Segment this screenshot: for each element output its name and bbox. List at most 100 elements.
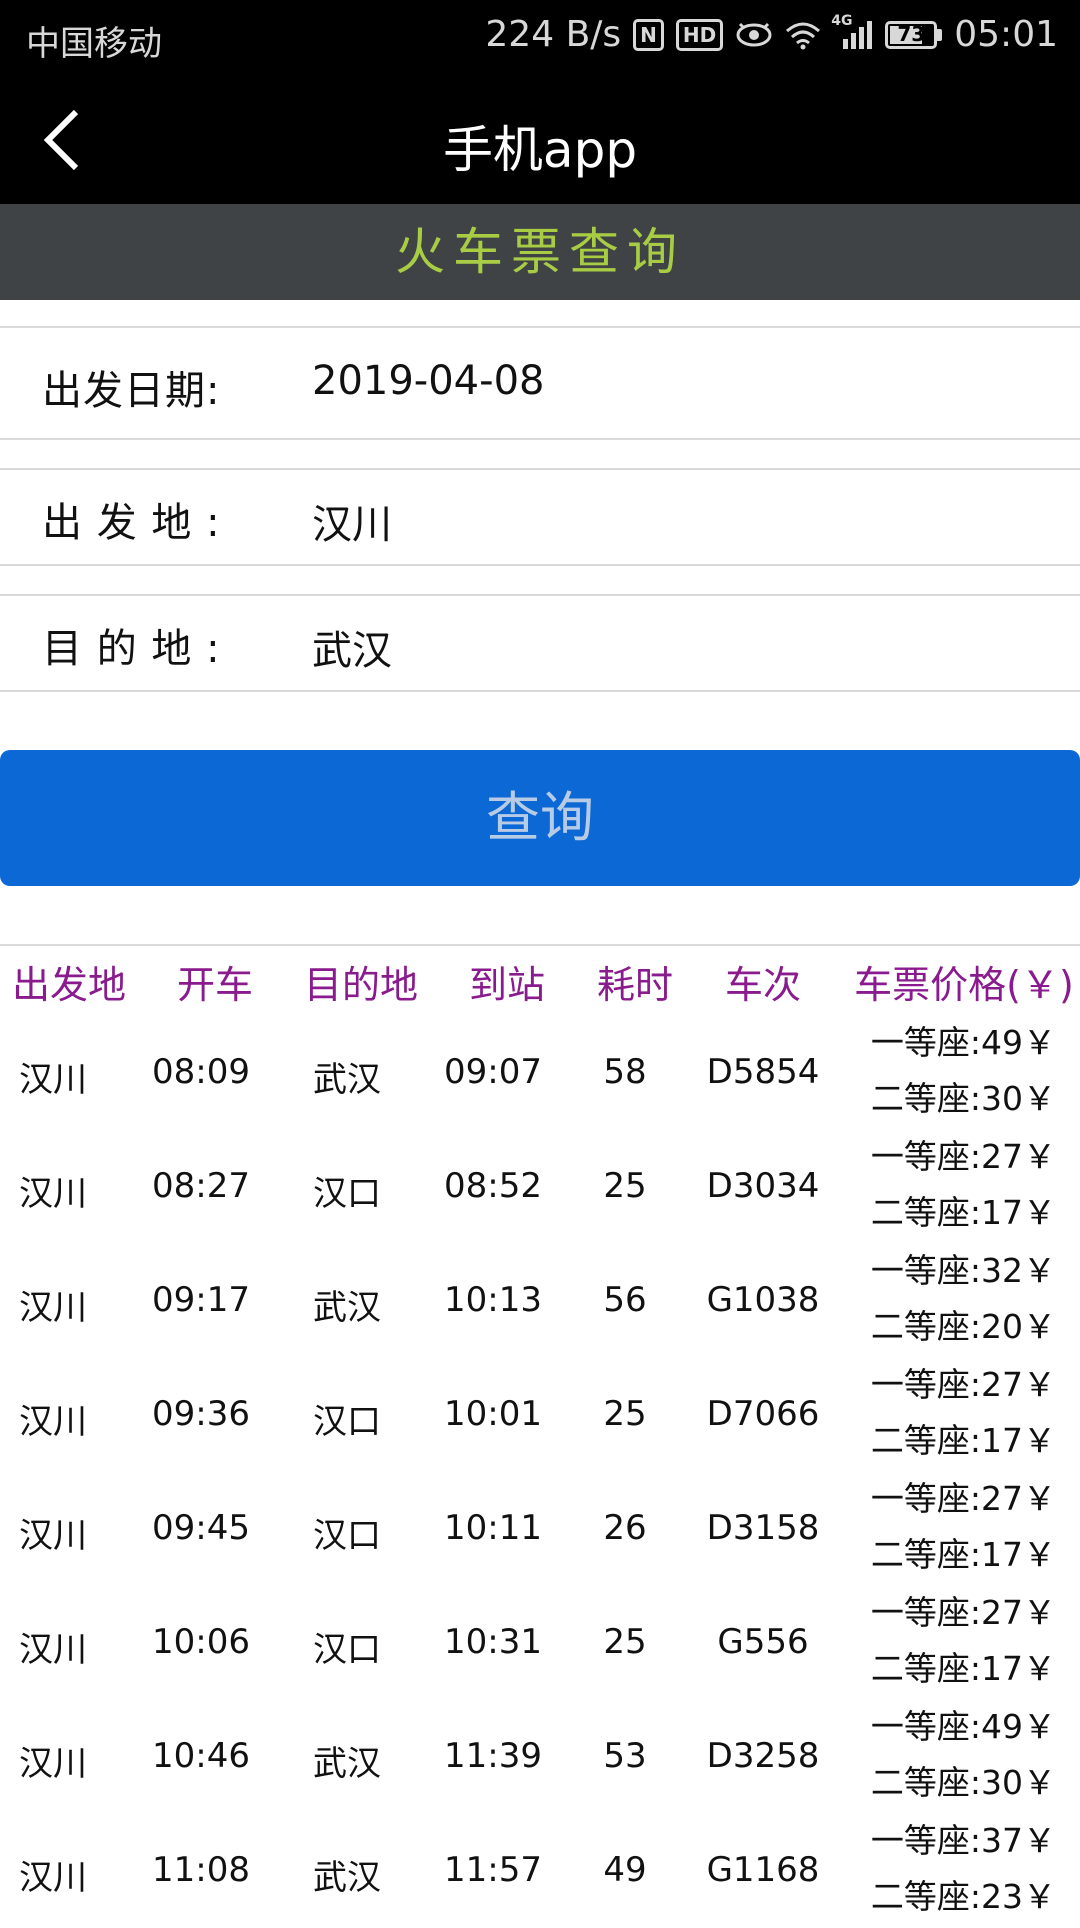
cell-train: D3034 — [706, 1166, 820, 1206]
cell-to: 汉口 — [313, 1402, 381, 1442]
cell-train: G1038 — [706, 1280, 820, 1320]
header-to: 目的地 — [303, 963, 418, 1007]
cell-from: 汉川 — [19, 1174, 87, 1214]
cell-duration: 25 — [603, 1622, 647, 1662]
header-depart: 开车 — [176, 963, 253, 1007]
cell-arrive: 09:07 — [444, 1052, 542, 1092]
cell-arrive: 11:39 — [444, 1736, 542, 1776]
cell-from: 汉川 — [19, 1060, 87, 1100]
header-train: 车次 — [724, 963, 801, 1007]
price-first-class: 一等座:49￥ — [870, 1707, 1056, 1746]
price-first-class: 一等座:27￥ — [870, 1479, 1056, 1518]
table-row[interactable]: 汉川 08:27 汉口 08:52 25 D3034 一等座:27￥ 二等座:17￥ — [0, 1130, 1080, 1244]
table-row[interactable]: 汉川 10:46 武汉 11:39 53 D3258 一等座:49￥ 二等座:30￥ — [0, 1700, 1080, 1814]
status-icons: 224 B/s N HD 4G 73 05:01 — [485, 13, 1058, 56]
from-label: 出 发 地 : — [42, 500, 221, 546]
date-row[interactable]: 出发日期: 2019-04-08 — [0, 326, 1080, 440]
to-label: 目 的 地 : — [42, 626, 221, 672]
cell-arrive: 10:31 — [444, 1622, 542, 1662]
cell-train: G556 — [717, 1622, 809, 1662]
table-row[interactable]: 汉川 10:06 汉口 10:31 25 G556 一等座:27￥ 二等座:17￥ — [0, 1586, 1080, 1700]
cell-duration: 49 — [603, 1850, 647, 1890]
cell-to: 武汉 — [313, 1288, 381, 1328]
header-duration: 耗时 — [596, 963, 673, 1007]
divider — [0, 944, 1080, 946]
cell-from: 汉川 — [19, 1516, 87, 1556]
cell-duration: 53 — [603, 1736, 647, 1776]
cell-to: 武汉 — [313, 1858, 381, 1898]
cell-arrive: 10:13 — [444, 1280, 542, 1320]
cell-depart: 09:45 — [152, 1508, 250, 1548]
table-row[interactable]: 汉川 09:45 汉口 10:11 26 D3158 一等座:27￥ 二等座:17￥ — [0, 1472, 1080, 1586]
cell-duration: 25 — [603, 1394, 647, 1434]
page-title: 火车票查询 — [0, 204, 1080, 300]
price-second-class: 二等座:17￥ — [870, 1421, 1056, 1460]
cell-train: D3158 — [706, 1508, 820, 1548]
cell-from: 汉川 — [19, 1858, 87, 1898]
cell-duration: 56 — [603, 1280, 647, 1320]
price-first-class: 一等座:49￥ — [870, 1023, 1056, 1062]
cell-to: 武汉 — [313, 1744, 381, 1784]
table-row[interactable]: 汉川 09:36 汉口 10:01 25 D7066 一等座:27￥ 二等座:17￥ — [0, 1358, 1080, 1472]
price-first-class: 一等座:27￥ — [870, 1365, 1056, 1404]
net-speed: 224 B/s — [485, 14, 622, 55]
price-second-class: 二等座:17￥ — [870, 1193, 1056, 1232]
price-first-class: 一等座:37￥ — [870, 1821, 1056, 1860]
date-field[interactable]: 2019-04-08 — [312, 358, 544, 404]
wifi-icon — [785, 20, 821, 50]
cell-train: D3258 — [706, 1736, 820, 1776]
cell-train: G1168 — [706, 1850, 820, 1890]
cell-to: 汉口 — [313, 1516, 381, 1556]
cell-depart: 09:17 — [152, 1280, 250, 1320]
cell-depart: 11:08 — [152, 1850, 250, 1890]
cell-arrive: 10:11 — [444, 1508, 542, 1548]
price-first-class: 一等座:27￥ — [870, 1593, 1056, 1632]
to-row[interactable]: 目 的 地 : 武汉 — [0, 594, 1080, 692]
table-row[interactable]: 汉川 08:09 武汉 09:07 58 D5854 一等座:49￥ 二等座:30￥ — [0, 1016, 1080, 1130]
cell-from: 汉川 — [19, 1288, 87, 1328]
cell-depart: 08:27 — [152, 1166, 250, 1206]
cell-train: D5854 — [706, 1052, 820, 1092]
cell-duration: 25 — [603, 1166, 647, 1206]
cell-depart: 09:36 — [152, 1394, 250, 1434]
price-first-class: 一等座:27￥ — [870, 1137, 1056, 1176]
carrier-name: 中国移动 — [26, 24, 162, 64]
price-second-class: 二等座:17￥ — [870, 1535, 1056, 1574]
cell-from: 汉川 — [19, 1402, 87, 1442]
cell-duration: 58 — [603, 1052, 647, 1092]
status-bar: 中国移动 224 B/s N HD 4G 73 05:01 — [0, 0, 1080, 74]
table-row[interactable]: 汉川 09:17 武汉 10:13 56 G1038 一等座:32￥ 二等座:20￥ — [0, 1244, 1080, 1358]
price-second-class: 二等座:20￥ — [870, 1307, 1056, 1346]
app-bar: 手机app — [0, 74, 1080, 204]
header-from: 出发地 — [11, 963, 126, 1007]
price-second-class: 二等座:30￥ — [870, 1763, 1056, 1802]
from-field[interactable]: 汉川 — [312, 492, 392, 550]
cell-from: 汉川 — [19, 1630, 87, 1670]
cell-depart: 08:09 — [152, 1052, 250, 1092]
signal-icon: 4G — [831, 13, 873, 51]
query-button[interactable]: 查询 — [0, 750, 1080, 886]
from-row[interactable]: 出 发 地 : 汉川 — [0, 468, 1080, 566]
header-price: 车票价格(￥) — [854, 963, 1074, 1007]
cell-depart: 10:06 — [152, 1622, 250, 1662]
network-type: 4G — [831, 12, 853, 29]
price-second-class: 二等座:17￥ — [870, 1649, 1056, 1688]
cell-from: 汉川 — [19, 1744, 87, 1784]
cell-arrive: 11:57 — [444, 1850, 542, 1890]
price-second-class: 二等座:23￥ — [870, 1877, 1056, 1916]
cell-to: 武汉 — [313, 1060, 381, 1100]
nfc-icon: N — [633, 18, 664, 51]
to-field[interactable]: 武汉 — [312, 618, 392, 676]
cell-to: 汉口 — [313, 1174, 381, 1214]
cell-depart: 10:46 — [152, 1736, 250, 1776]
price-first-class: 一等座:32￥ — [870, 1251, 1056, 1290]
app-title: 手机app — [442, 121, 638, 179]
date-label: 出发日期: — [42, 368, 221, 414]
eye-comfort-icon — [735, 21, 773, 49]
cell-train: D7066 — [706, 1394, 820, 1434]
table-row[interactable]: 汉川 11:08 武汉 11:57 49 G1168 一等座:37￥ 二等座:23￥ — [0, 1814, 1080, 1928]
cell-duration: 26 — [603, 1508, 647, 1548]
battery-level: 73 — [897, 21, 926, 46]
price-second-class: 二等座:30￥ — [870, 1079, 1056, 1118]
cell-arrive: 08:52 — [444, 1166, 542, 1206]
